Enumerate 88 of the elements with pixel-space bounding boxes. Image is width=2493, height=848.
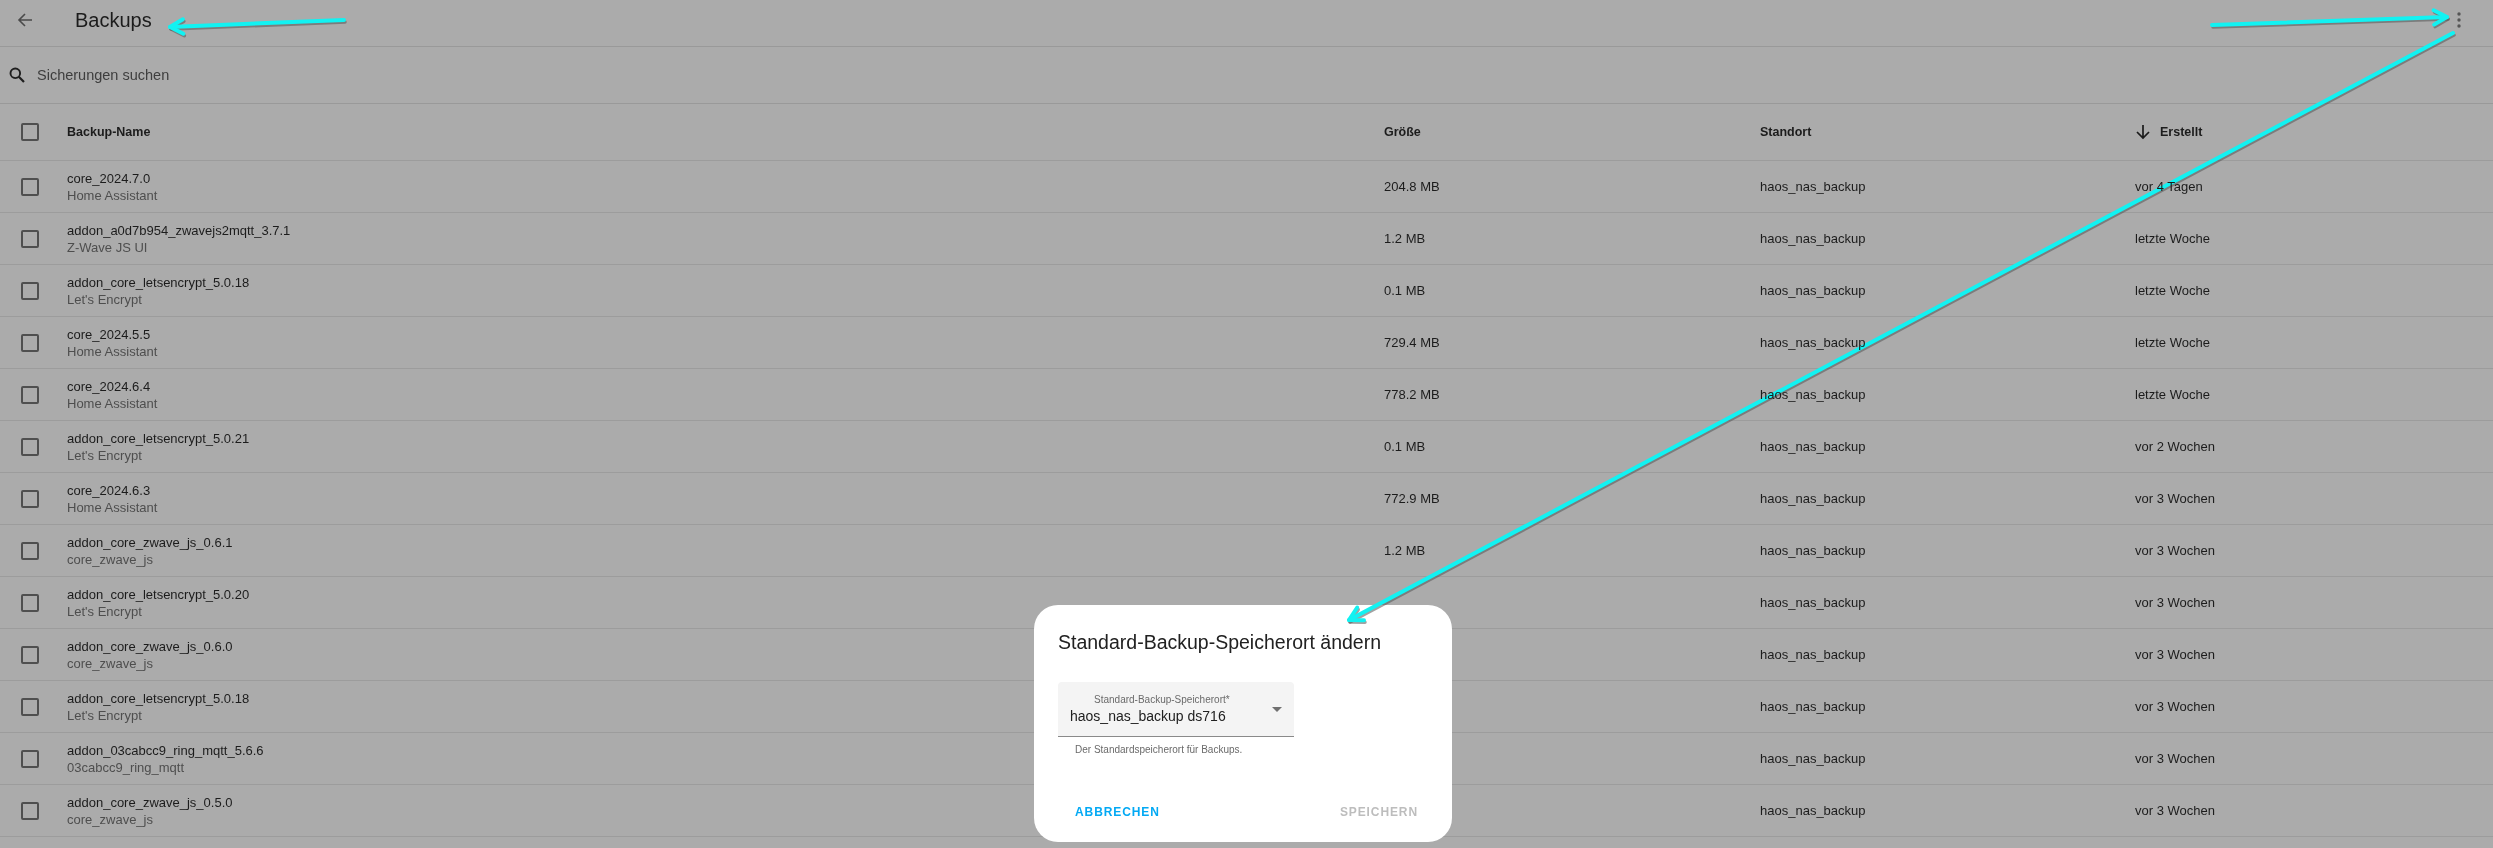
backup-name: addon_core_zwave_js_0.6.1 bbox=[67, 533, 233, 551]
row-checkbox[interactable] bbox=[21, 385, 39, 404]
size-cell: 729.4 MB bbox=[1384, 335, 1440, 350]
backup-name: addon_core_letsencrypt_5.0.20 bbox=[67, 585, 250, 603]
row-checkbox[interactable] bbox=[21, 801, 39, 820]
backup-name: addon_03cabcc9_ring_mqtt_5.6.6 bbox=[67, 741, 264, 759]
backup-source: Let's Encrypt bbox=[67, 446, 142, 464]
row-checkbox[interactable] bbox=[21, 177, 39, 196]
created-cell: letzte Woche bbox=[2135, 335, 2210, 350]
created-cell: vor 3 Wochen bbox=[2135, 491, 2215, 506]
created-cell: letzte Woche bbox=[2135, 231, 2210, 246]
location-cell: haos_nas_backup bbox=[1760, 491, 1866, 506]
created-cell: vor 3 Wochen bbox=[2135, 699, 2215, 714]
search-field[interactable]: Sicherungen suchen bbox=[37, 65, 437, 85]
backup-name: core_2024.7.0 bbox=[67, 169, 151, 187]
location-cell: haos_nas_backup bbox=[1760, 699, 1866, 714]
backup-name: addon_a0d7b954_zwavejs2mqtt_3.7.1 bbox=[67, 221, 291, 239]
row-checkbox[interactable] bbox=[21, 489, 39, 508]
location-cell: haos_nas_backup bbox=[1760, 231, 1866, 246]
backup-source: core_zwave_js bbox=[67, 550, 153, 568]
location-cell: haos_nas_backup bbox=[1760, 803, 1866, 818]
backup-name: addon_core_zwave_js_0.5.0 bbox=[67, 793, 233, 811]
backup-name: addon_core_zwave_js_0.6.0 bbox=[67, 637, 233, 655]
backup-source: Let's Encrypt bbox=[67, 602, 142, 620]
created-cell: letzte Woche bbox=[2135, 283, 2210, 298]
row-checkbox[interactable] bbox=[21, 593, 39, 612]
location-cell: haos_nas_backup bbox=[1760, 179, 1866, 194]
row-checkbox[interactable] bbox=[21, 437, 39, 456]
created-cell: vor 2 Wochen bbox=[2135, 439, 2215, 454]
backup-source: Let's Encrypt bbox=[67, 290, 142, 308]
backup-source: Home Assistant bbox=[67, 186, 158, 204]
row-checkbox[interactable] bbox=[21, 229, 39, 248]
created-cell: vor 3 Wochen bbox=[2135, 647, 2215, 662]
back-arrow-icon[interactable] bbox=[17, 12, 33, 28]
floating-label: Standard-Backup-Speicherort* bbox=[1093, 693, 1230, 707]
created-cell: vor 3 Wochen bbox=[2135, 803, 2215, 818]
backup-name: addon_core_letsencrypt_5.0.18 bbox=[67, 689, 250, 707]
backup-source: Z-Wave JS UI bbox=[67, 238, 148, 256]
row-checkbox[interactable] bbox=[21, 749, 39, 768]
backup-source: 03cabcc9_ring_mqtt bbox=[67, 758, 185, 776]
select-value: haos_nas_backup ds716 bbox=[1070, 707, 1226, 726]
backup-name: core_2024.6.3 bbox=[67, 481, 151, 499]
more-options-icon[interactable] bbox=[2457, 12, 2461, 28]
created-cell: vor 3 Wochen bbox=[2135, 751, 2215, 766]
row-checkbox[interactable] bbox=[21, 697, 39, 716]
backup-name: addon_core_letsencrypt_5.0.21 bbox=[67, 429, 250, 447]
location-select[interactable]: Standard-Backup-Speicherort* haos_nas_backup ds716 bbox=[1058, 682, 1294, 737]
backup-source: Let's Encrypt bbox=[67, 706, 142, 724]
location-cell: haos_nas_backup bbox=[1760, 647, 1866, 662]
location-cell: haos_nas_backup bbox=[1760, 439, 1866, 454]
backup-name: core_2024.6.4 bbox=[67, 377, 151, 395]
column-header[interactable]: Erstellt bbox=[2135, 124, 2203, 140]
helper-text: Der Standardspeicherort für Backups. bbox=[1074, 744, 1243, 756]
size-cell: 1.2 MB bbox=[1384, 543, 1426, 558]
column-header[interactable]: Größe bbox=[1384, 125, 1421, 139]
search-icon bbox=[9, 67, 25, 83]
location-cell: haos_nas_backup bbox=[1760, 335, 1866, 350]
down-arrow-icon bbox=[2135, 124, 2151, 140]
caret-icon bbox=[1272, 707, 1282, 712]
size-cell: 778.2 MB bbox=[1384, 387, 1440, 402]
row-checkbox[interactable] bbox=[21, 333, 39, 352]
column-header[interactable]: Standort bbox=[1760, 125, 1812, 139]
column-header[interactable]: Backup-Name bbox=[67, 125, 151, 139]
backup-source: core_zwave_js bbox=[67, 810, 153, 828]
size-cell: 1.2 MB bbox=[1384, 231, 1426, 246]
size-cell: 0.1 MB bbox=[1384, 283, 1426, 298]
size-cell: 204.8 MB bbox=[1384, 179, 1440, 194]
location-cell: haos_nas_backup bbox=[1760, 283, 1866, 298]
backup-name: core_2024.5.5 bbox=[67, 325, 151, 343]
backup-name: addon_core_letsencrypt_5.0.18 bbox=[67, 273, 250, 291]
row-checkbox[interactable] bbox=[21, 541, 39, 560]
size-cell: 772.9 MB bbox=[1384, 491, 1440, 506]
backup-source: Home Assistant bbox=[67, 498, 158, 516]
size-cell: 0.1 MB bbox=[1384, 439, 1426, 454]
created-cell: vor 3 Wochen bbox=[2135, 543, 2215, 558]
created-cell: vor 3 Wochen bbox=[2135, 595, 2215, 610]
backup-source: Home Assistant bbox=[67, 342, 158, 360]
page-title: Backups bbox=[75, 8, 152, 32]
location-cell: haos_nas_backup bbox=[1760, 595, 1866, 610]
location-cell: haos_nas_backup bbox=[1760, 751, 1866, 766]
backup-source: core_zwave_js bbox=[67, 654, 153, 672]
created-cell: letzte Woche bbox=[2135, 387, 2210, 402]
location-cell: haos_nas_backup bbox=[1760, 543, 1866, 558]
dialog-title: Standard-Backup-Speicherort ändern bbox=[1058, 630, 1382, 654]
select-all-checkbox[interactable] bbox=[21, 123, 39, 141]
backup-source: Home Assistant bbox=[67, 394, 158, 412]
row-checkbox[interactable] bbox=[21, 645, 39, 664]
row-checkbox[interactable] bbox=[21, 281, 39, 300]
